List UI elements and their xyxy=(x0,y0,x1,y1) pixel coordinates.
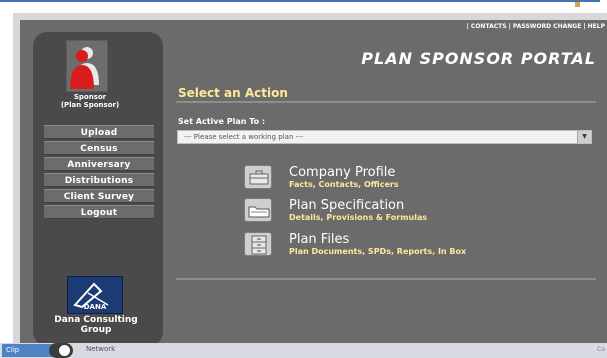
select-action-heading: Select an Action xyxy=(178,86,288,100)
top-border-line xyxy=(0,0,600,2)
dropdown-arrow-icon[interactable]: ▼ xyxy=(577,131,591,143)
taskbar-network[interactable]: Network xyxy=(86,345,115,353)
taskbar-toggle[interactable] xyxy=(49,343,73,358)
cabinet-icon xyxy=(244,232,272,256)
working-plan-placeholder: --- Please select a working plan --- xyxy=(184,133,304,141)
plan-files-title[interactable]: Plan Files xyxy=(289,232,349,247)
top-border-marker xyxy=(575,2,580,7)
company-name-line1: Dana Consulting xyxy=(54,315,138,325)
toggle-knob xyxy=(59,345,70,356)
company-profile-action[interactable]: Company Profile Facts, Contacts, Officer… xyxy=(244,165,574,199)
company-name: Dana Consulting Group xyxy=(48,315,144,335)
heading-divider xyxy=(176,101,596,103)
dana-logo: DANA xyxy=(67,276,123,314)
logo-text: DANA xyxy=(84,303,107,311)
briefcase-icon xyxy=(244,165,272,189)
taskbar: Clip Network Co xyxy=(0,343,607,358)
company-profile-title[interactable]: Company Profile xyxy=(289,165,395,180)
plan-files-subtitle: Plan Documents, SPDs, Reports, In Box xyxy=(289,247,467,256)
nav-census-button[interactable]: Census xyxy=(44,141,154,155)
bottom-divider xyxy=(176,278,596,280)
folder-icon xyxy=(244,198,272,222)
set-active-plan-label: Set Active Plan To : xyxy=(178,117,266,126)
plan-specification-title[interactable]: Plan Specification xyxy=(289,198,404,213)
nav-anniversary-button[interactable]: Anniversary xyxy=(44,157,154,171)
sponsor-avatar-icon xyxy=(66,40,108,92)
user-role-name: Sponsor xyxy=(73,93,107,101)
top-links[interactable]: | CONTACTS | PASSWORD CHANGE | HELP xyxy=(430,23,605,30)
plan-files-action[interactable]: Plan Files Plan Documents, SPDs, Reports… xyxy=(244,232,574,266)
company-name-line2: Group xyxy=(80,325,112,335)
plan-specification-subtitle: Details, Provisions & Formulas xyxy=(289,213,428,222)
nav-client-survey-button[interactable]: Client Survey xyxy=(44,189,154,203)
working-plan-select[interactable]: --- Please select a working plan --- ▼ xyxy=(177,130,592,144)
nav-upload-button[interactable]: Upload xyxy=(44,125,154,139)
user-role: Sponsor (Plan Sponsor) xyxy=(60,93,120,109)
top-border xyxy=(0,0,607,9)
plan-specification-action[interactable]: Plan Specification Details, Provisions &… xyxy=(244,198,574,232)
portal-title: PLAN SPONSOR PORTAL xyxy=(361,49,596,68)
company-profile-subtitle: Facts, Contacts, Officers xyxy=(289,180,399,189)
nav-distributions-button[interactable]: Distributions xyxy=(44,173,154,187)
nav-logout-button[interactable]: Logout xyxy=(44,205,154,219)
taskbar-right-text: Co xyxy=(597,346,605,353)
user-role-type: (Plan Sponsor) xyxy=(60,101,120,109)
sidebar-nav: Upload Census Anniversary Distributions … xyxy=(44,125,154,221)
